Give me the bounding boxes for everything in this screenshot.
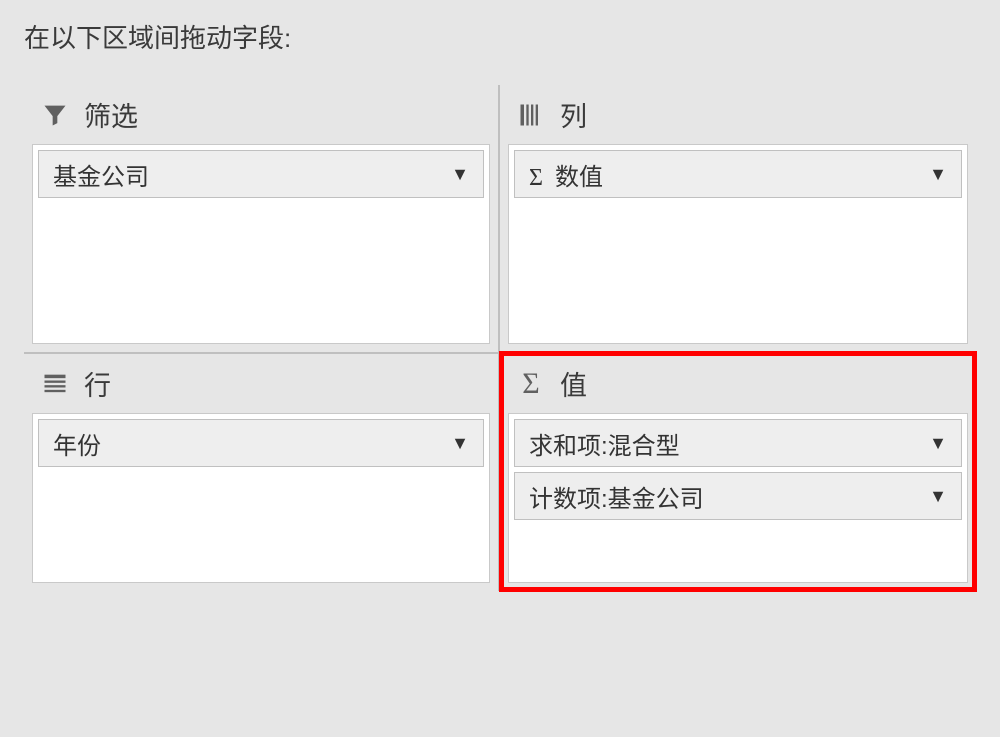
rows-header: 行: [32, 360, 490, 413]
values-dropzone[interactable]: 求和项:混合型 ▼ 计数项:基金公司 ▼: [508, 413, 968, 583]
filter-label: 筛选: [84, 95, 138, 134]
caret-down-icon: ▼: [929, 164, 947, 185]
rows-field-label: 年份: [53, 426, 101, 461]
columns-label: 列: [560, 95, 587, 134]
values-header: Σ 值: [508, 360, 968, 413]
columns-field-label: Σ 数值: [529, 157, 603, 192]
filter-area: 筛选 基金公司 ▼: [24, 85, 500, 352]
rows-field-pill[interactable]: 年份 ▼: [38, 419, 484, 467]
filter-field-label: 基金公司: [53, 157, 149, 192]
columns-dropzone[interactable]: Σ 数值 ▼: [508, 144, 968, 344]
sigma-icon: Σ: [516, 369, 546, 399]
filter-field-pill[interactable]: 基金公司 ▼: [38, 150, 484, 198]
values-field-pill-2[interactable]: 计数项:基金公司 ▼: [514, 472, 962, 520]
rows-label: 行: [84, 364, 111, 403]
caret-down-icon: ▼: [451, 433, 469, 454]
caret-down-icon: ▼: [451, 164, 469, 185]
caret-down-icon: ▼: [929, 486, 947, 507]
columns-icon: [516, 100, 546, 130]
columns-field-pill[interactable]: Σ 数值 ▼: [514, 150, 962, 198]
values-field2-label: 计数项:基金公司: [529, 479, 704, 514]
instruction-text: 在以下区域间拖动字段:: [24, 18, 976, 55]
caret-down-icon: ▼: [929, 433, 947, 454]
funnel-icon: [40, 100, 70, 130]
values-label: 值: [560, 364, 587, 403]
columns-area: 列 Σ 数值 ▼: [500, 85, 976, 352]
columns-header: 列: [508, 91, 968, 144]
filter-dropzone[interactable]: 基金公司 ▼: [32, 144, 490, 344]
rows-area: 行 年份 ▼: [24, 352, 500, 591]
values-area: Σ 值 求和项:混合型 ▼ 计数项:基金公司 ▼: [500, 352, 976, 591]
rows-dropzone[interactable]: 年份 ▼: [32, 413, 490, 583]
values-field-pill-1[interactable]: 求和项:混合型 ▼: [514, 419, 962, 467]
values-field1-label: 求和项:混合型: [529, 426, 680, 461]
pivot-areas-grid: 筛选 基金公司 ▼ 列: [24, 85, 976, 591]
filter-header: 筛选: [32, 91, 490, 144]
rows-icon: [40, 369, 70, 399]
